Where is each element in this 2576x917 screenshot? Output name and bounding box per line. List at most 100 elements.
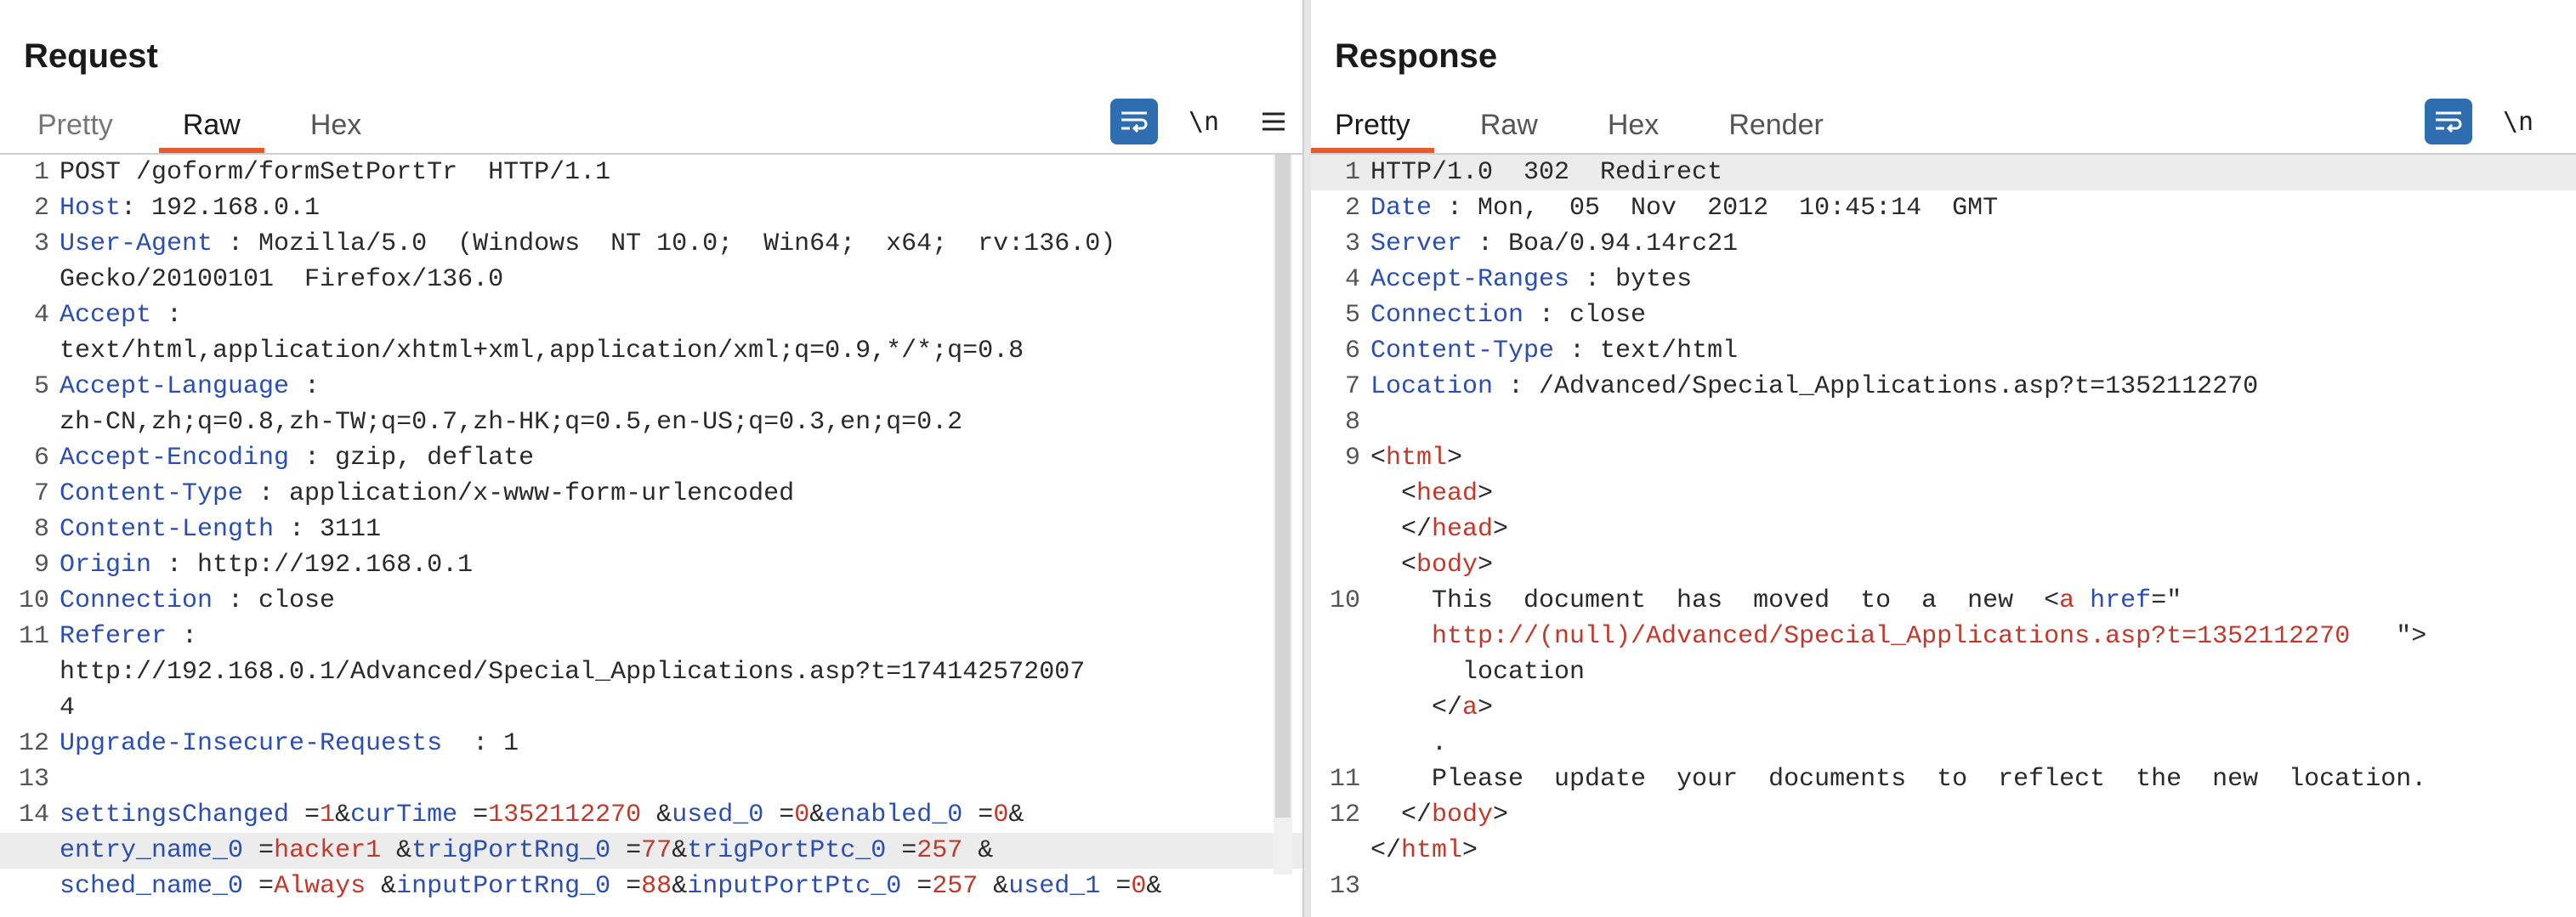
response-line[interactable]: 7 Location : /Advanced/Special_Applicatio… xyxy=(1311,369,2576,405)
request-line[interactable]: 9 Origin : http://192.168.0.1 xyxy=(0,547,1302,583)
response-tab-raw[interactable]: Raw xyxy=(1456,100,1562,153)
token-value: a xyxy=(2059,586,2075,615)
line-text: Content-Type : text/html xyxy=(1370,333,1738,369)
request-line[interactable]: 10 Connection : close xyxy=(0,583,1302,619)
request-line[interactable]: 4 Accept : xyxy=(0,297,1302,333)
word-wrap-icon[interactable] xyxy=(1110,99,1158,144)
response-editor[interactable]: 1 HTTP/1.0 302 Redirect 2 Date : Mon, 05 No… xyxy=(1311,155,2576,917)
response-tab-hex[interactable]: Hex xyxy=(1584,100,1682,153)
response-line[interactable]: . xyxy=(1311,726,2576,761)
token-key: entry_name_0 xyxy=(60,836,244,865)
request-tab-hex[interactable]: Hex xyxy=(287,100,385,153)
response-line[interactable]: http://(null)/Advanced/Special_Applicati… xyxy=(1311,619,2576,654)
line-text: HTTP/1.0 302 Redirect xyxy=(1370,155,1722,190)
line-text: location xyxy=(1370,654,1585,690)
response-line[interactable]: </head> xyxy=(1311,512,2576,547)
request-scrollbar[interactable] xyxy=(1274,155,1292,875)
token-text: : close xyxy=(213,586,336,615)
token-value: 1 xyxy=(320,801,336,829)
request-line[interactable]: 14 settingsChanged =1&curTime =1352112270… xyxy=(0,797,1302,833)
response-line[interactable]: 9 <html> xyxy=(1311,440,2576,476)
response-line[interactable]: 2 Date : Mon, 05 Nov 2012 10:45:14 GMT xyxy=(1311,190,2576,226)
request-line[interactable]: 4 xyxy=(0,690,1302,726)
request-line[interactable]: text/html,application/xhtml+xml,applicat… xyxy=(0,333,1302,369)
hamburger-menu-icon[interactable] xyxy=(2564,99,2576,144)
token-text: = xyxy=(901,872,933,901)
response-line[interactable]: location xyxy=(1311,654,2576,690)
request-line[interactable]: 5 Accept-Language : xyxy=(0,369,1302,405)
newline-toggle-button[interactable]: \n xyxy=(1180,99,1228,144)
request-toolbar: \n xyxy=(1088,99,1297,144)
line-text: Content-Length : 3111 xyxy=(60,512,381,547)
line-number xyxy=(1311,833,1370,869)
token-text: POST /goform/formSetPortTr HTTP/1.1 xyxy=(60,158,611,187)
token-text: = xyxy=(763,801,795,829)
response-line[interactable]: 6 Content-Type : text/html xyxy=(1311,333,2576,369)
response-line[interactable]: </html> xyxy=(1311,833,2576,869)
token-text: & xyxy=(962,836,994,865)
response-line[interactable]: 13 xyxy=(1311,869,2576,904)
token-text: : Mon, 05 Nov 2012 10:45:14 GMT xyxy=(1432,194,1999,223)
response-line[interactable]: <head> xyxy=(1311,476,2576,512)
line-number: 8 xyxy=(1344,408,1360,437)
line-text: . xyxy=(1370,726,1447,761)
request-tabs: Pretty Raw Hex xyxy=(14,100,407,153)
hamburger-menu-icon[interactable] xyxy=(1250,99,1297,144)
request-line[interactable]: 2 Host: 192.168.0.1 xyxy=(0,190,1302,226)
response-line[interactable]: </a> xyxy=(1311,690,2576,726)
response-line[interactable]: 3 Server : Boa/0.94.14rc21 xyxy=(1311,226,2576,262)
request-line[interactable]: sched_name_0 =Always &inputPortRng_0 =88… xyxy=(0,869,1302,904)
request-line[interactable]: http://192.168.0.1/Advanced/Special_Appl… xyxy=(0,654,1302,690)
newline-label: \n xyxy=(2502,106,2534,137)
request-line[interactable]: 6 Accept-Encoding : gzip, deflate xyxy=(0,440,1302,476)
request-tab-raw[interactable]: Raw xyxy=(158,100,264,153)
pane-splitter[interactable] xyxy=(1302,0,1311,917)
request-line[interactable]: 3 User-Agent : Mozilla/5.0 (Windows NT 10… xyxy=(0,226,1302,262)
request-line[interactable]: 1 POST /goform/formSetPortTr HTTP/1.1 xyxy=(0,155,1302,190)
newline-toggle-button[interactable]: \n xyxy=(2494,99,2542,144)
request-line[interactable]: 11 Referer : xyxy=(0,619,1302,654)
token-key: sched_name_0 xyxy=(60,872,244,901)
token-text: </ xyxy=(1370,515,1433,544)
token-key: Connection xyxy=(60,586,213,615)
line-number xyxy=(1311,726,1370,761)
request-line[interactable]: 12 Upgrade-Insecure-Requests : 1 xyxy=(0,726,1302,761)
request-editor[interactable]: 1 POST /goform/formSetPortTr HTTP/1.1 2 Hos… xyxy=(0,155,1302,917)
word-wrap-icon[interactable] xyxy=(2425,99,2472,144)
token-text: = xyxy=(610,836,642,865)
token-text: > xyxy=(1493,515,1509,544)
request-scrollbar-thumb[interactable] xyxy=(1275,155,1291,818)
response-line[interactable]: 8 xyxy=(1311,405,2576,440)
request-line[interactable]: 7 Content-Type : application/x-www-form-u… xyxy=(0,476,1302,512)
response-line[interactable]: <body> xyxy=(1311,547,2576,583)
response-line[interactable]: 4 Accept-Ranges : bytes xyxy=(1311,262,2576,297)
response-tab-pretty[interactable]: Pretty xyxy=(1311,100,1434,153)
response-line[interactable]: 1 HTTP/1.0 302 Redirect xyxy=(1311,155,2576,190)
line-number: 10 xyxy=(18,586,49,615)
response-tab-render[interactable]: Render xyxy=(1705,100,1847,153)
token-text: < xyxy=(1370,444,1387,473)
line-number xyxy=(0,654,60,690)
response-line[interactable]: 12 </body> xyxy=(1311,797,2576,833)
response-line[interactable]: 11 Please update your documents to refle… xyxy=(1311,761,2576,797)
line-number: 8 xyxy=(33,515,49,544)
token-text: = xyxy=(962,801,994,829)
request-line[interactable]: 8 Content-Length : 3111 xyxy=(0,512,1302,547)
line-text: <head> xyxy=(1370,476,1493,512)
token-key: Connection xyxy=(1370,301,1524,330)
token-text: : application/x-www-form-urlencoded xyxy=(243,479,795,508)
response-line[interactable]: 5 Connection : close xyxy=(1311,297,2576,333)
request-line[interactable]: zh-CN,zh;q=0.8,zh-TW;q=0.7,zh-HK;q=0.5,e… xyxy=(0,405,1302,440)
line-text: Connection : close xyxy=(1370,297,1646,333)
request-line[interactable]: Gecko/20100101 Firefox/136.0 xyxy=(0,262,1302,297)
response-line[interactable]: 10 This document has moved to a new <a h… xyxy=(1311,583,2576,619)
token-key: settingsChanged xyxy=(60,801,290,829)
line-text: </body> xyxy=(1370,797,1508,833)
request-line[interactable]: 13 xyxy=(0,761,1302,797)
request-tab-pretty[interactable]: Pretty xyxy=(14,100,137,153)
line-number: 7 xyxy=(33,479,49,508)
token-text: & xyxy=(381,836,412,865)
request-line[interactable]: entry_name_0 =hacker1 &trigPortRng_0 =77… xyxy=(0,833,1302,869)
line-number xyxy=(1311,654,1370,690)
